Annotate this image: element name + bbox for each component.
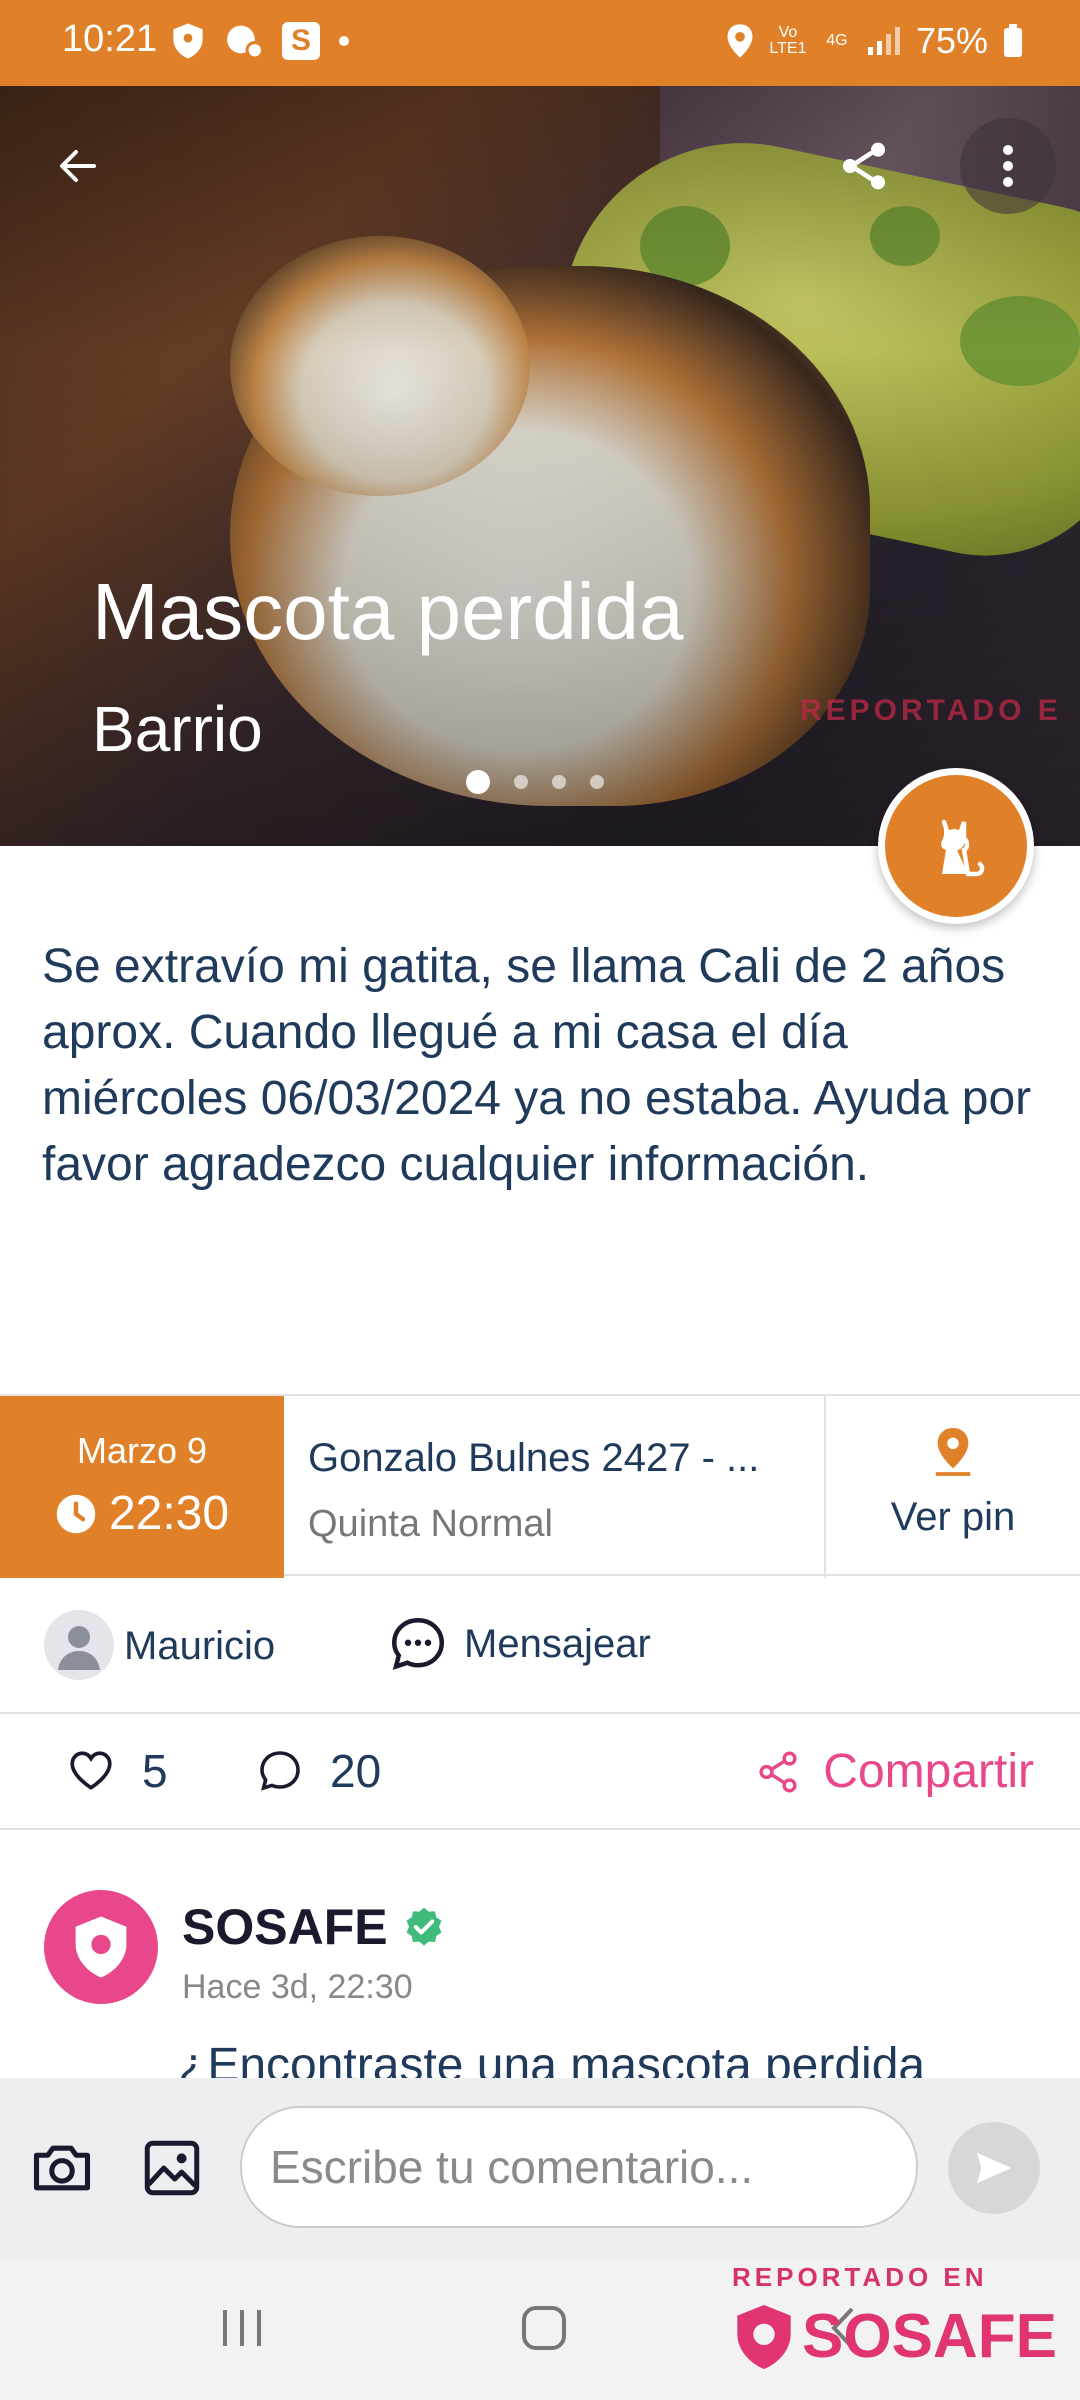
battery-icon [1004, 24, 1022, 57]
carousel-indicator [466, 770, 604, 794]
clock-icon [56, 1494, 96, 1533]
engagement-row: 5 20 Compartir [0, 1716, 1080, 1830]
battery-percent: 75% [915, 20, 988, 61]
sosafe-shield-icon [75, 1916, 127, 1978]
view-pin-button[interactable]: Ver pin [826, 1426, 1080, 1540]
report-time: 22:30 [108, 1487, 230, 1540]
commenter-name-wrap: SOSAFE [182, 1898, 446, 1956]
status-time: 10:21 [62, 18, 158, 60]
home-button[interactable] [504, 2298, 584, 2358]
commenter-avatar[interactable] [44, 1890, 158, 2004]
comment-icon [260, 1751, 300, 1791]
author-name[interactable]: Mauricio [124, 1624, 275, 1669]
report-time-wrap: 22:30 [0, 1486, 284, 1541]
comment-composer [0, 2078, 1080, 2258]
map-pin-icon [935, 1428, 971, 1476]
shield-icon [173, 23, 203, 59]
category-badge [878, 768, 1034, 924]
chat-bubble-icon [391, 1617, 445, 1670]
home-icon [522, 2306, 566, 2350]
arrow-left-icon [60, 150, 96, 182]
recents-icon [223, 2310, 261, 2346]
sosafe-watermark: REPORTADO EN SOSAFE [732, 2262, 1072, 2372]
app-badge-icon: S [282, 22, 320, 60]
verified-badge-icon [406, 1907, 442, 1946]
carousel-dot[interactable] [552, 775, 566, 789]
carousel-dot[interactable] [514, 775, 528, 789]
share-label: Compartir [823, 1745, 1034, 1798]
comment-count: 20 [330, 1745, 382, 1797]
comments-button[interactable]: 20 [256, 1744, 381, 1798]
status-bar: 10:21 S Vo LTE1 4G 75% [0, 0, 1080, 86]
comment-input[interactable] [240, 2106, 918, 2228]
reported-in-label: REPORTADO EN [732, 2262, 988, 2292]
sosafe-shield-icon [737, 2304, 791, 2369]
hero-title: Mascota perdida [92, 567, 684, 656]
report-date: Marzo 9 [76, 1430, 208, 1471]
author-row: Mauricio Mensajear [0, 1578, 1080, 1714]
commenter-name[interactable]: SOSAFE [182, 1898, 388, 1956]
notification-icon [227, 25, 264, 60]
camera-button[interactable] [24, 2130, 100, 2206]
location-icon [727, 24, 753, 58]
like-button[interactable]: 5 [66, 1744, 168, 1798]
recents-button[interactable] [202, 2298, 282, 2358]
comment-text: ¿Encontraste una mascota perdida [178, 2039, 926, 2078]
like-count: 5 [142, 1745, 168, 1797]
report-datetime: Marzo 9 22:30 [0, 1396, 284, 1578]
send-button[interactable] [948, 2122, 1040, 2214]
cat-icon [941, 819, 985, 877]
gallery-button[interactable] [134, 2130, 210, 2206]
more-options-button[interactable] [960, 118, 1056, 214]
sosafe-logo: SOSAFE [732, 2301, 1072, 2372]
carousel-dot[interactable] [466, 770, 490, 794]
share-button[interactable] [816, 118, 912, 214]
image-icon [144, 2140, 200, 2196]
signal-icon [867, 27, 900, 55]
back-button[interactable] [30, 118, 126, 214]
share-icon [759, 1750, 797, 1793]
report-address: Gonzalo Bulnes 2427 - ... Quinta Normal [308, 1436, 808, 1546]
address-street: Gonzalo Bulnes 2427 - ... [308, 1436, 760, 1480]
view-pin-label: Ver pin [890, 1495, 1016, 1539]
heart-icon [70, 1751, 112, 1790]
user-icon [58, 1626, 100, 1670]
address-commune: Quinta Normal [308, 1503, 553, 1545]
brand-name: SOSAFE [802, 2302, 1057, 2371]
status-right-icons: Vo LTE1 4G 75% [726, 20, 1024, 62]
share-icon [843, 142, 885, 190]
avatar[interactable] [44, 1610, 114, 1680]
message-button[interactable]: Mensajear [388, 1614, 651, 1674]
share-post-button[interactable]: Compartir [755, 1744, 1034, 1799]
comment-time: Hace 3d, 22:30 [182, 1968, 413, 2006]
report-info-row: Marzo 9 22:30 Gonzalo Bulnes 2427 - ... … [0, 1394, 1080, 1578]
more-vertical-icon [1003, 145, 1013, 187]
comment-item: SOSAFE Hace 3d, 22:30 ¿Encontraste una m… [0, 1832, 1080, 2078]
report-description: Se extravío mi gatita, se llama Cali de … [42, 940, 1032, 1191]
network-type: 4G [826, 32, 848, 49]
send-icon [976, 2152, 1012, 2184]
message-label: Mensajear [464, 1621, 651, 1666]
status-left-icons: S [170, 22, 350, 60]
hero-watermark: REPORTADO E [800, 694, 1062, 727]
volte-label: Vo LTE1 [769, 24, 807, 57]
camera-icon [33, 2145, 91, 2191]
hero-subtitle: Barrio [92, 693, 263, 765]
hero-image[interactable]: REPORTADO E Mascota perdida Barrio [0, 86, 1080, 846]
carousel-dot[interactable] [590, 775, 604, 789]
dot-icon [339, 36, 349, 46]
